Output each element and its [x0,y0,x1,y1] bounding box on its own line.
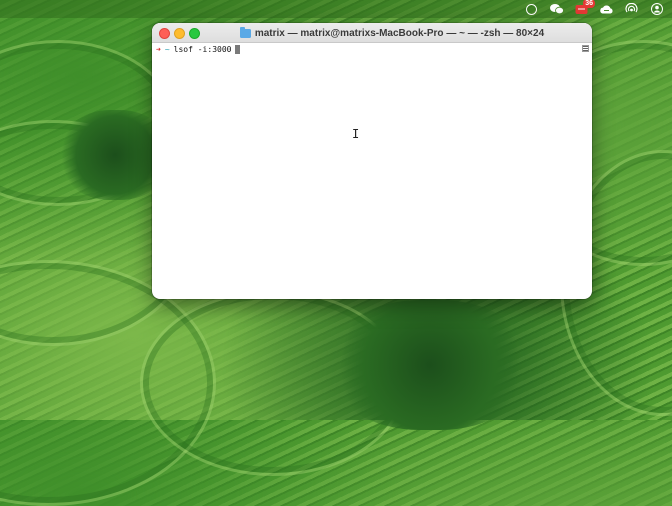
user-icon[interactable] [649,2,664,17]
notification-icon[interactable]: 36 [574,0,595,17]
folder-icon [239,26,251,38]
ibeam-cursor-icon: I [352,127,360,141]
notification-badge: 36 [583,0,595,8]
close-button[interactable] [159,28,170,39]
menu-bar: 36 [0,0,672,18]
window-title: matrix — matrix@matrixs-MacBook-Pro — ~ … [212,26,572,40]
minimize-button[interactable] [174,28,185,39]
scroll-menu-icon[interactable] [582,45,589,52]
prompt-directory: ~ [164,45,170,54]
terminal-window[interactable]: matrix — matrix@matrixs-MacBook-Pro — ~ … [152,23,592,299]
prompt-arrow: ➜ [156,45,161,54]
cloud-sync-icon[interactable] [599,2,614,17]
text-cursor [235,45,241,54]
wechat-icon[interactable] [549,2,564,17]
airdrop-icon[interactable] [624,2,639,17]
command-text: lsof -i:3000 [173,45,232,54]
title-bar[interactable]: matrix — matrix@matrixs-MacBook-Pro — ~ … [152,23,592,43]
terminal-content[interactable]: ➜ ~ lsof -i:3000 [156,44,578,295]
circle-status-icon[interactable] [524,2,539,17]
prompt-line: ➜ ~ lsof -i:3000 [156,44,578,55]
window-title-text: matrix — matrix@matrixs-MacBook-Pro — ~ … [254,27,545,39]
zoom-button[interactable] [189,28,200,39]
